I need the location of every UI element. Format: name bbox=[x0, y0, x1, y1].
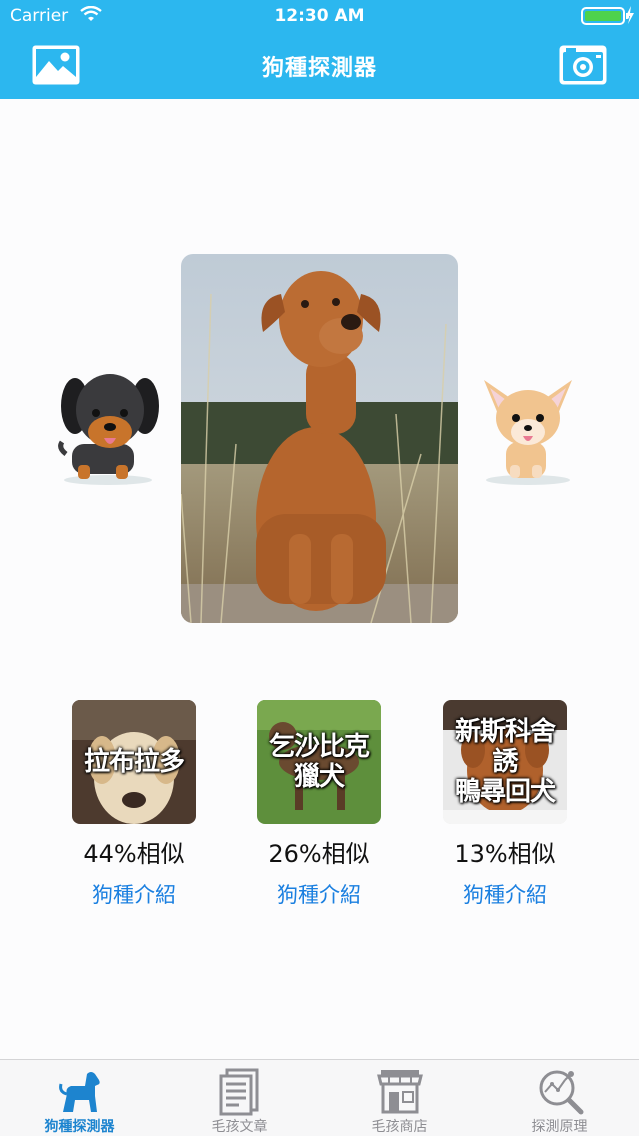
dachshund-cartoon-icon bbox=[58, 374, 159, 485]
store-icon bbox=[376, 1070, 423, 1114]
status-bar: Carrier 12:30 AM bbox=[0, 0, 639, 34]
camera-button[interactable] bbox=[558, 44, 608, 86]
breed-name-label: 新斯科舍誘 鴨尋回犬 bbox=[443, 717, 567, 807]
breed-intro-link[interactable]: 狗種介紹 bbox=[443, 879, 567, 909]
breed-name-line2: 鴨尋回犬 bbox=[454, 777, 556, 807]
breed-result-1: 拉布拉多 44%相似 狗種介紹 bbox=[72, 700, 196, 909]
breed-result-2: 乞沙比克 獵犬 26%相似 狗種介紹 bbox=[257, 700, 381, 909]
uploaded-dog-photo bbox=[181, 254, 458, 623]
newspaper-icon bbox=[219, 1068, 258, 1116]
breed-name-label: 拉布拉多 bbox=[83, 747, 185, 777]
similarity-text: 26%相似 bbox=[268, 840, 370, 868]
dog-photo-image bbox=[181, 254, 458, 623]
tab-detection-principle[interactable]: 探測原理 bbox=[480, 1060, 639, 1136]
battery-icon bbox=[581, 7, 629, 25]
page-title: 狗種探測器 bbox=[261, 56, 377, 81]
charging-bolt-icon bbox=[626, 6, 634, 24]
tab-label: 狗種探測器 bbox=[44, 1119, 115, 1135]
breed-thumbnail[interactable]: 拉布拉多 bbox=[72, 700, 196, 824]
tab-bar: 狗種探測器 毛孩文章 毛孩商店 探測原理 bbox=[0, 1059, 639, 1136]
camera-icon bbox=[559, 45, 607, 85]
magnifier-chart-icon bbox=[539, 1070, 583, 1115]
breed-result-3: 新斯科舍誘 鴨尋回犬 13%相似 狗種介紹 bbox=[443, 700, 567, 909]
breed-intro-link[interactable]: 狗種介紹 bbox=[72, 879, 196, 909]
chihuahua-cartoon-icon bbox=[484, 380, 572, 485]
status-time: 12:30 AM bbox=[274, 6, 365, 26]
breed-name-line1: 新斯科舍誘 bbox=[454, 717, 556, 777]
tab-pet-store[interactable]: 毛孩商店 bbox=[320, 1060, 479, 1136]
navigation-header: Carrier 12:30 AM 狗種探測器 bbox=[0, 0, 639, 99]
tab-label: 探測原理 bbox=[531, 1119, 588, 1135]
similarity-text: 44%相似 bbox=[83, 840, 185, 868]
breed-thumbnail[interactable]: 乞沙比克 獵犬 bbox=[257, 700, 381, 824]
breed-name-line1: 乞沙比克 bbox=[268, 732, 370, 762]
dog-icon bbox=[58, 1072, 100, 1112]
breed-intro-link[interactable]: 狗種介紹 bbox=[257, 879, 381, 909]
breed-thumbnail[interactable]: 新斯科舍誘 鴨尋回犬 bbox=[443, 700, 567, 824]
tab-label: 毛孩商店 bbox=[371, 1119, 428, 1135]
breed-name-label: 乞沙比克 獵犬 bbox=[257, 732, 381, 792]
similarity-text: 13%相似 bbox=[454, 840, 556, 868]
tab-dog-detector[interactable]: 狗種探測器 bbox=[0, 1060, 159, 1136]
tab-pet-articles[interactable]: 毛孩文章 bbox=[160, 1060, 319, 1136]
breed-name-line2: 獵犬 bbox=[293, 762, 345, 792]
tab-label: 毛孩文章 bbox=[211, 1119, 268, 1135]
